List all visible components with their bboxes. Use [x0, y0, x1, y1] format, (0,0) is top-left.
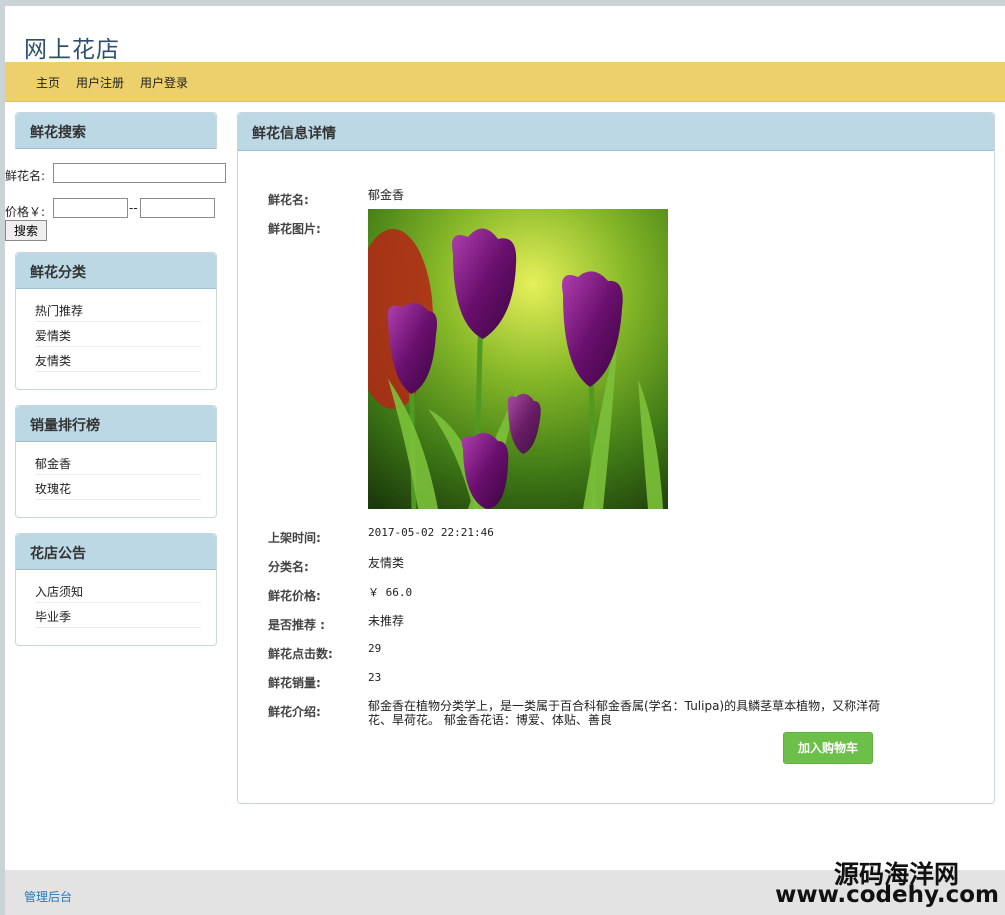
flower-name-input[interactable] [53, 163, 226, 183]
price-value: ￥ 66.0 [368, 586, 413, 599]
sales-label: 鲜花销量: [268, 676, 321, 690]
notice-item[interactable]: 入店须知 [35, 578, 201, 603]
category-box-title: 鲜花分类 [16, 253, 216, 289]
category-value: 友情类 [368, 556, 405, 570]
clicks-label: 鲜花点击数: [268, 647, 333, 661]
site-title: 网上花店 [24, 37, 120, 63]
intro-label: 鲜花介绍: [268, 705, 321, 719]
intro-value: 郁金香在植物分类学上，是一类属于百合科郁金香属(学名：Tulipa)的具鳞茎草本… [368, 699, 881, 727]
name-label: 鲜花名: [268, 193, 309, 207]
category-item[interactable]: 热门推荐 [35, 297, 201, 322]
category-box: 鲜花分类 热门推荐 爱情类 友情类 [15, 252, 217, 390]
price-label: 价格￥: [5, 205, 46, 219]
search-button[interactable]: 搜索 [5, 220, 47, 241]
recommend-label: 是否推荐 : [268, 618, 325, 632]
tulip-photo [368, 209, 668, 509]
ranking-item[interactable]: 郁金香 [35, 450, 201, 475]
notice-box-title: 花店公告 [16, 534, 216, 570]
ranking-box: 销量排行榜 郁金香 玫瑰花 [15, 405, 217, 518]
time-label: 上架时间: [268, 531, 321, 545]
category-item[interactable]: 爱情类 [35, 322, 201, 347]
notice-box: 花店公告 入店须知 毕业季 [15, 533, 217, 646]
notice-item[interactable]: 毕业季 [35, 603, 201, 628]
category-item[interactable]: 友情类 [35, 347, 201, 372]
flower-image [368, 209, 668, 509]
search-box: 鲜花搜索 [15, 112, 217, 149]
time-value: 2017-05-02 22:21:46 [368, 526, 494, 539]
category-label: 分类名: [268, 560, 309, 574]
ranking-item[interactable]: 玫瑰花 [35, 475, 201, 500]
sales-value: 23 [368, 671, 382, 684]
clicks-value: 29 [368, 642, 382, 655]
admin-link[interactable]: 管理后台 [24, 888, 72, 905]
nav-home[interactable]: 主页 [36, 74, 60, 91]
detail-panel: 鲜花信息详情 鲜花名: 郁金香 鲜花图片: 上架时间: 2017-05-02 2… [237, 112, 995, 804]
nav-register[interactable]: 用户注册 [76, 74, 124, 91]
price-detail-label: 鲜花价格: [268, 589, 321, 603]
flower-name-label: 鲜花名: [5, 169, 46, 183]
search-box-title: 鲜花搜索 [16, 113, 216, 149]
nav-bar: 主页 用户注册 用户登录 [5, 62, 1005, 102]
name-value: 郁金香 [368, 188, 405, 202]
nav-login[interactable]: 用户登录 [140, 74, 188, 91]
ranking-box-title: 销量排行榜 [16, 406, 216, 442]
price-max-input[interactable] [140, 198, 215, 218]
price-separator: -- [129, 201, 138, 215]
detail-panel-title: 鲜花信息详情 [238, 113, 994, 151]
watermark-line2: www.codehy.com [775, 882, 999, 908]
add-to-cart-button[interactable]: 加入购物车 [783, 732, 873, 764]
recommend-value: 未推荐 [368, 614, 405, 628]
price-min-input[interactable] [53, 198, 128, 218]
image-label: 鲜花图片: [268, 222, 321, 236]
page: 网上花店 主页 用户注册 用户登录 鲜花搜索 鲜花名: 价格￥: -- 搜索 鲜… [5, 6, 1005, 915]
